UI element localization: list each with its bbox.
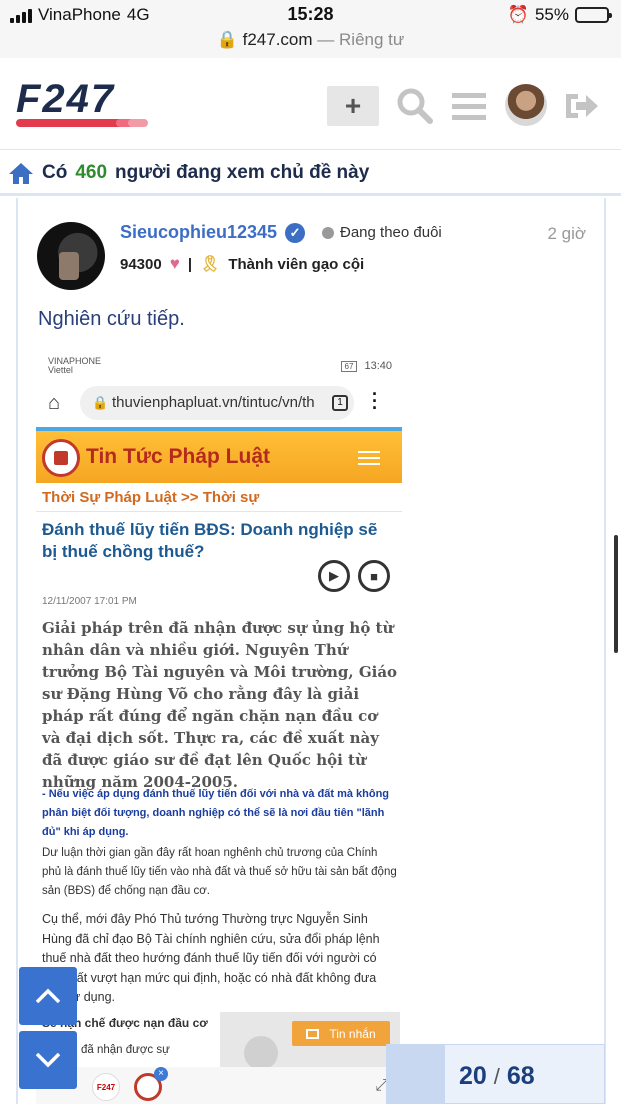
divider: [0, 193, 621, 196]
screenshot-battery: 67: [340, 361, 358, 372]
screenshot-bottom-bar: F247 × ⤢: [36, 1067, 402, 1104]
ios-status-bar: VinaPhone 4G 15:28 ⏰ 55% 🔒 f247.com — Ri…: [0, 0, 621, 58]
verified-badge-icon: ✓: [285, 222, 306, 243]
person-icon: [322, 226, 334, 239]
carrier-line-2: Viettel: [48, 365, 73, 375]
play-icon: ▶: [318, 560, 350, 592]
tab-count-icon: 1: [332, 395, 348, 411]
battery-info: ⏰ 55%: [507, 5, 612, 25]
post-body: Nghiên cứu tiếp.: [38, 308, 185, 330]
screenshot-clock: 67 13:40: [340, 360, 392, 372]
post-time: 2 giờ: [547, 224, 586, 243]
pager-total: 68: [506, 1062, 535, 1090]
lock-icon: 🔒: [92, 395, 109, 410]
follow-label: Đang theo đuôi: [340, 224, 442, 241]
home-icon[interactable]: [8, 161, 34, 185]
more-options-icon: · · ·: [372, 384, 378, 418]
address-bar[interactable]: 🔒 f247.com — Riêng tư: [0, 30, 621, 50]
pager-current: 20: [459, 1062, 487, 1090]
hamburger-menu-icon: [358, 451, 380, 469]
private-mode-label: — Riêng tư: [317, 30, 405, 49]
breadcrumb: Thời Sự Pháp Luật >> Thời sự: [42, 489, 260, 506]
pager-progress: [387, 1045, 445, 1103]
screenshot-site-banner: Tin Tức Pháp Luật: [36, 427, 402, 483]
lock-icon: 🔒: [216, 30, 238, 49]
scroll-down-button[interactable]: [19, 1031, 77, 1089]
username-text[interactable]: Sieucophieu12345: [120, 222, 277, 243]
rank-label: Thành viên gạo cội: [228, 255, 365, 273]
chevron-up-icon: [35, 988, 61, 1004]
article-date: 12/11/2007 17:01 PM: [42, 596, 137, 607]
chevron-down-icon: [35, 1052, 61, 1068]
envelope-icon: [306, 1028, 320, 1039]
chat-widget: Tin nhắn: [220, 1012, 400, 1072]
viewers-count: 460: [75, 162, 108, 183]
logo-text: F247: [16, 80, 115, 121]
heart-icon: ♥: [169, 254, 180, 273]
f247-logo[interactable]: F247: [16, 77, 196, 137]
hamburger-menu-icon[interactable]: [450, 86, 488, 126]
article-paragraph: Cụ thể, mới đây Phó Thủ tướng Thường trự…: [42, 912, 380, 1004]
article-summary: - Nếu việc áp dụng đánh thuế lũy tiến đố…: [42, 788, 390, 838]
attached-screenshot[interactable]: VINAPHONE Viettel 67 13:40 ⌂ 🔒 thuvienph…: [36, 355, 402, 1104]
battery-percent: 55%: [534, 5, 569, 24]
screenshot-time: 13:40: [364, 360, 392, 372]
stats-separator: |: [187, 255, 193, 273]
close-badge-icon: ×: [154, 1067, 168, 1081]
chat-label: Tin nhắn: [329, 1026, 376, 1041]
f247-app-icon: F247: [92, 1073, 120, 1101]
screenshot-carrier: VINAPHONE Viettel: [48, 357, 101, 375]
alarm-icon: ⏰: [507, 5, 529, 24]
search-icon[interactable]: [395, 86, 435, 126]
post-pager[interactable]: 20 / 68: [386, 1044, 605, 1104]
viewers-suffix: người đang xem chủ đề này: [115, 162, 370, 183]
viewers-prefix: Có: [42, 162, 68, 183]
chat-avatar: [244, 1036, 278, 1070]
pager-position[interactable]: 20 / 68: [459, 1062, 535, 1091]
screenshot-status-bar: VINAPHONE Viettel 67 13:40: [36, 355, 402, 381]
url-domain: f247.com: [242, 30, 313, 49]
article-headline: Đánh thuế lũy tiến BĐS: Doanh nghiệp sẽ …: [42, 520, 378, 561]
article-lead: Giải pháp trên đã nhận được sự ủng hộ từ…: [42, 619, 398, 791]
article-paragraph: Dư luận thời gian gần đây rất hoan nghên…: [42, 847, 397, 897]
site-title: Tin Tức Pháp Luật: [86, 445, 270, 468]
new-topic-button[interactable]: +: [327, 86, 379, 126]
poster-username[interactable]: Sieucophieu12345 ✓: [120, 222, 306, 243]
score-value: 94300: [120, 255, 162, 273]
site-header: F247 +: [0, 58, 621, 150]
follow-status[interactable]: Đang theo đuôi: [322, 224, 442, 241]
screenshot-url-text: thuvienphapluat.vn/tintuc/vn/th: [112, 394, 315, 411]
viewers-banner: Có 460 người đang xem chủ đề này: [0, 155, 621, 191]
audio-controls: ▶ ■: [318, 560, 390, 592]
stop-icon: ■: [358, 560, 390, 592]
court-emblem-icon: [42, 439, 80, 477]
logout-icon[interactable]: [562, 86, 602, 126]
poster-avatar[interactable]: [37, 222, 105, 290]
chat-button: Tin nhắn: [292, 1021, 390, 1046]
user-avatar[interactable]: [505, 84, 547, 126]
pager-separator: /: [493, 1064, 500, 1089]
forum-post: Sieucophieu12345 ✓ Đang theo đuôi 2 giờ …: [16, 198, 606, 1104]
screenshot-url-field: 🔒 thuvienphapluat.vn/tintuc/vn/th: [80, 386, 354, 420]
scrollbar[interactable]: [614, 535, 618, 653]
battery-icon: [575, 7, 612, 23]
home-icon: ⌂: [48, 392, 61, 414]
divider: [36, 511, 402, 512]
poster-stats: 94300 ♥ | 🎗 Thành viên gạo cội: [120, 254, 364, 274]
screenshot-url-row: ⌂ 🔒 thuvienphapluat.vn/tintuc/vn/th 1 · ·…: [36, 381, 402, 425]
medal-icon: 🎗: [200, 256, 221, 273]
scroll-up-button[interactable]: [19, 967, 77, 1025]
